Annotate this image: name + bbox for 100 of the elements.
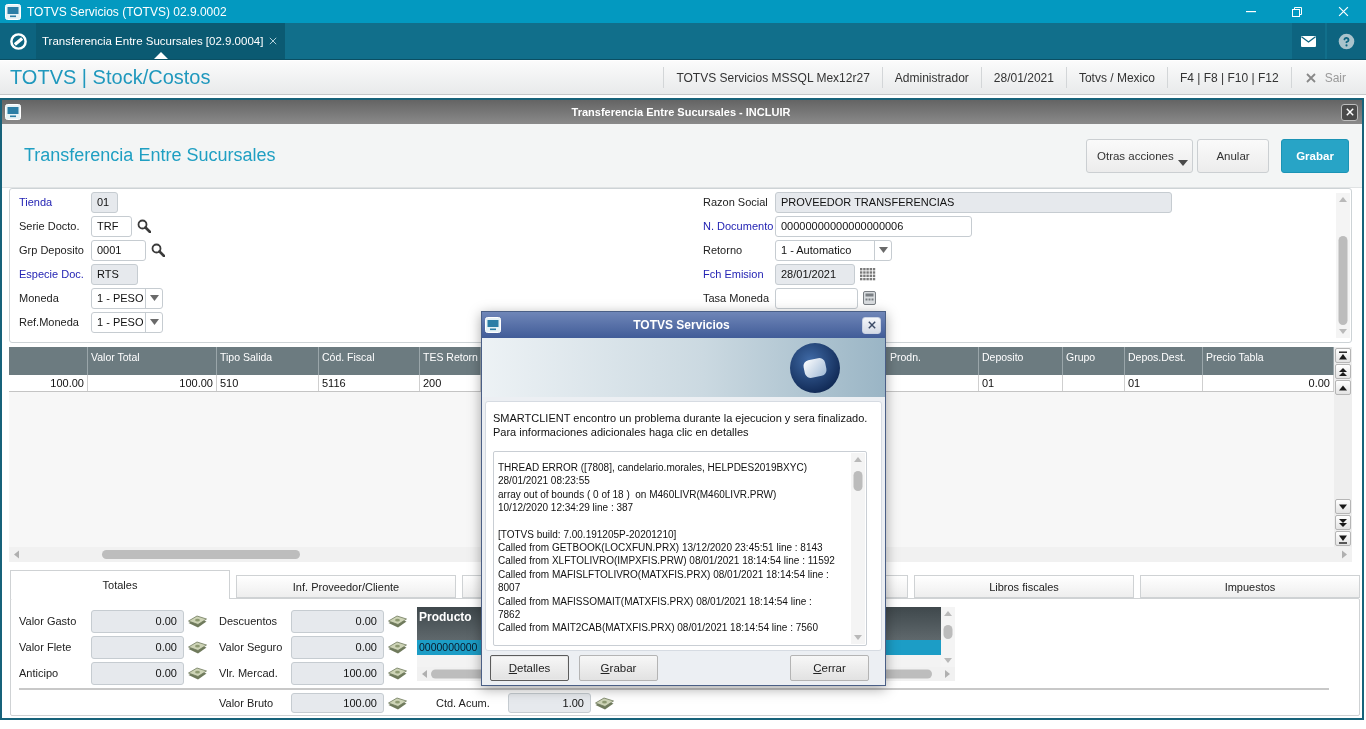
field-label: Especie Doc. [19, 268, 85, 280]
close-icon [1337, 6, 1349, 17]
money-icon[interactable] [188, 666, 207, 680]
input-field[interactable]: TRF [91, 215, 132, 237]
input-field[interactable]: 0001 [91, 239, 146, 261]
dialog-button[interactable]: Cerrar [790, 655, 869, 681]
column-header[interactable]: Grupo [1063, 347, 1125, 375]
input-field[interactable] [775, 287, 858, 309]
dialog-title: TOTVS Servicios [632, 318, 731, 332]
readonly-field[interactable]: 0.00 [91, 661, 184, 685]
table-cell: 510 [217, 375, 319, 391]
field-label: Razon Social [703, 196, 769, 208]
arrow-up-bar-icon [1338, 350, 1348, 361]
field-label: Descuentos [219, 615, 279, 627]
money-icon[interactable] [388, 640, 407, 654]
dropdown[interactable]: 1 - PESO [91, 287, 163, 309]
table-cell: 01 [1125, 375, 1203, 391]
close-button[interactable] [1341, 103, 1358, 121]
window-icon [485, 317, 501, 333]
log-line: 8007 [498, 581, 521, 595]
search-icon[interactable] [137, 219, 151, 233]
calendar-icon[interactable] [860, 267, 876, 281]
logo-icon[interactable] [8, 31, 28, 51]
input-field[interactable]: 00000000000000000006 [775, 215, 972, 237]
scroll-top-button[interactable] [1335, 348, 1351, 363]
double-arrow-up-icon [1338, 366, 1348, 377]
caret-down-icon [878, 247, 888, 253]
readonly-field[interactable]: 100.00 [291, 661, 384, 685]
money-icon[interactable] [188, 614, 207, 628]
dialog-button[interactable]: Detalles [490, 655, 569, 681]
window-icon [5, 3, 21, 20]
dropdown[interactable]: 1 - Automatico [775, 239, 892, 261]
readonly-field[interactable]: 1.00 [508, 693, 591, 713]
field-label: Ref.Moneda [19, 316, 80, 328]
money-icon[interactable] [388, 666, 407, 680]
readonly-field[interactable]: 0.00 [291, 635, 384, 659]
column-header[interactable]: Precio Tabla [1203, 347, 1334, 375]
close-button[interactable] [862, 316, 881, 334]
log-line: Called from MAFISLFTOLIVRO(MATXFIS.PRX) 08/01/2021 18:14:54 line : [498, 567, 829, 582]
scroll-bottom-button[interactable] [1335, 531, 1351, 546]
vertical-scrollbar[interactable] [1336, 193, 1350, 338]
readonly-field[interactable]: 0.00 [91, 635, 184, 659]
close-icon [867, 321, 876, 329]
window-title: TOTVS Servicios (TOTVS) 02.9.0002 [27, 4, 228, 19]
close-icon [1305, 72, 1316, 83]
calculator-icon[interactable] [863, 291, 876, 305]
scroll-up-button[interactable] [1335, 380, 1351, 395]
mail-button[interactable] [1292, 23, 1325, 59]
field-label: Tienda [19, 196, 54, 208]
page-up-button[interactable] [1335, 364, 1351, 379]
money-icon[interactable] [188, 640, 207, 654]
dialog-button[interactable]: Grabar [579, 655, 658, 681]
readonly-field[interactable]: PROVEEDOR TRANSFERENCIAS [775, 191, 1172, 213]
log-text-area[interactable] [493, 451, 867, 646]
log-line: Called from MAFISSOMAIT(MATXFIS.PRX) 08/01/2021 18:14:54 line : [498, 594, 812, 609]
search-icon[interactable] [151, 243, 165, 257]
money-icon[interactable] [388, 696, 407, 710]
header-info-text: TOTVS Servicios MSSQL Mex12r27 [663, 67, 882, 88]
arrow-down-bar-icon [1338, 533, 1348, 544]
readonly-field[interactable]: 100.00 [291, 693, 384, 713]
log-line: Called from GETBOOK(LOCXFUN.PRX) 13/12/2020 23:45:51 line : 8143 [498, 541, 823, 555]
tab[interactable]: Libros fiscales [914, 575, 1134, 598]
log-line: Called from MAIT2CAB(MATXFIS.PRX) 08/01/2021 18:14:54 line : 7560 [498, 621, 818, 635]
window-icon [5, 104, 21, 120]
readonly-field[interactable]: RTS [91, 263, 138, 285]
date-field[interactable]: 28/01/2021 [775, 263, 855, 285]
help-button[interactable] [1327, 23, 1366, 59]
scroll-down-button[interactable] [1335, 499, 1351, 514]
header-info-text: F4 | F8 | F10 | F12 [1166, 67, 1291, 88]
window-title: Transferencia Entre Sucursales - INCLUIR [570, 106, 792, 118]
field-label: Valor Flete [19, 641, 73, 653]
caret-down-icon [149, 295, 159, 301]
money-icon[interactable] [388, 614, 407, 628]
column-header[interactable]: Cód. Fiscal [319, 347, 420, 375]
cancel-button[interactable]: Anular [1197, 138, 1269, 173]
vertical-scrollbar[interactable] [851, 453, 865, 644]
column-header[interactable]: Deposito [979, 347, 1063, 375]
dropdown[interactable]: 1 - PESO [91, 311, 163, 333]
close-icon [269, 37, 278, 45]
column-header[interactable]: Depos.Dest. [1125, 347, 1203, 375]
menu-button[interactable]: Otras acciones [1086, 138, 1193, 173]
log-line: array out of bounds ( 0 of 18 ) on M460LIVR(M460LIVR.PRW) [498, 487, 777, 502]
log-line: 7862 [498, 608, 521, 622]
field-label: Valor Bruto [219, 697, 275, 709]
app-tab[interactable]: Transferencia Entre Sucursales [02.9.0004] [36, 23, 286, 59]
page-down-button[interactable] [1335, 515, 1351, 530]
tab[interactable]: Inf. Proveedor/Cliente [236, 575, 456, 598]
column-header[interactable]: TES Retorn [420, 347, 481, 375]
readonly-field[interactable]: 01 [91, 191, 118, 213]
readonly-field[interactable]: 0.00 [91, 609, 184, 633]
column-header[interactable]: Valor Total [88, 347, 217, 375]
tab[interactable]: Totales [10, 570, 230, 599]
field-label: Tasa Moneda [703, 292, 770, 304]
column-header[interactable]: Tipo Salida [217, 347, 319, 375]
log-line: Called from XLFTOLIVRO(IMPXFIS.PRW) 08/01/2021 18:14:54 line : 11592 [498, 554, 835, 568]
readonly-field[interactable]: 0.00 [291, 609, 384, 633]
field-label: Valor Seguro [219, 641, 284, 653]
tab[interactable]: Impuestos [1140, 575, 1360, 598]
money-icon[interactable] [595, 696, 614, 710]
field-label: Vlr. Mercad. [219, 667, 279, 679]
